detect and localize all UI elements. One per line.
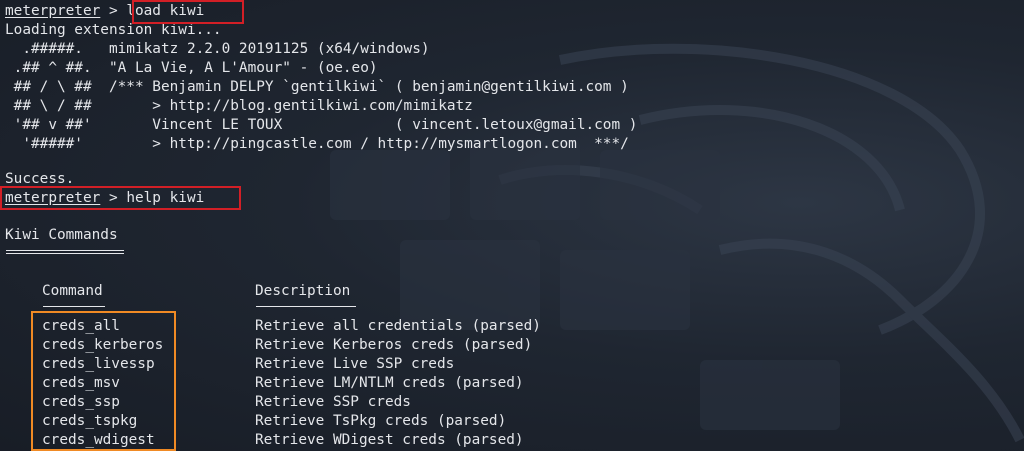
banner-line: '## v ##' Vincent LE TOUX ( vincent.leto… — [5, 117, 638, 133]
section-underline — [6, 250, 124, 251]
command-description: Retrieve Live SSP creds — [255, 356, 455, 372]
banner-line: ## / \ ## /*** Benjamin DELPY `gentilkiw… — [5, 79, 629, 95]
command-description: Retrieve LM/NTLM creds (parsed) — [255, 375, 524, 391]
banner-line: ## \ / ## > http://blog.gentilkiwi.com/m… — [5, 98, 473, 114]
column-header-command: Command — [42, 283, 103, 299]
section-title: Kiwi Commands — [5, 227, 118, 243]
command-description: Retrieve WDigest creds (parsed) — [255, 432, 524, 448]
highlight-box-creds-commands — [31, 311, 176, 451]
banner-line: .#####. mimikatz 2.2.0 20191125 (x64/win… — [5, 41, 430, 57]
highlight-box-help-kiwi — [0, 186, 241, 210]
banner-line: '#####' > http://pingcastle.com / http:/… — [5, 136, 629, 152]
column-underline — [43, 306, 105, 307]
column-underline — [256, 306, 356, 307]
command-description: Retrieve Kerberos creds (parsed) — [255, 337, 533, 353]
banner-line: .## ^ ##. "A La Vie, A L'Amour" - (oe.eo… — [5, 60, 378, 76]
command-description: Retrieve all credentials (parsed) — [255, 318, 541, 334]
column-header-description: Description — [255, 283, 351, 299]
command-description: Retrieve TsPkg creds (parsed) — [255, 413, 507, 429]
prompt: meterpreter — [5, 3, 101, 19]
highlight-box-load-kiwi — [132, 0, 244, 24]
section-underline — [6, 253, 124, 254]
command-description: Retrieve SSP creds — [255, 394, 411, 410]
